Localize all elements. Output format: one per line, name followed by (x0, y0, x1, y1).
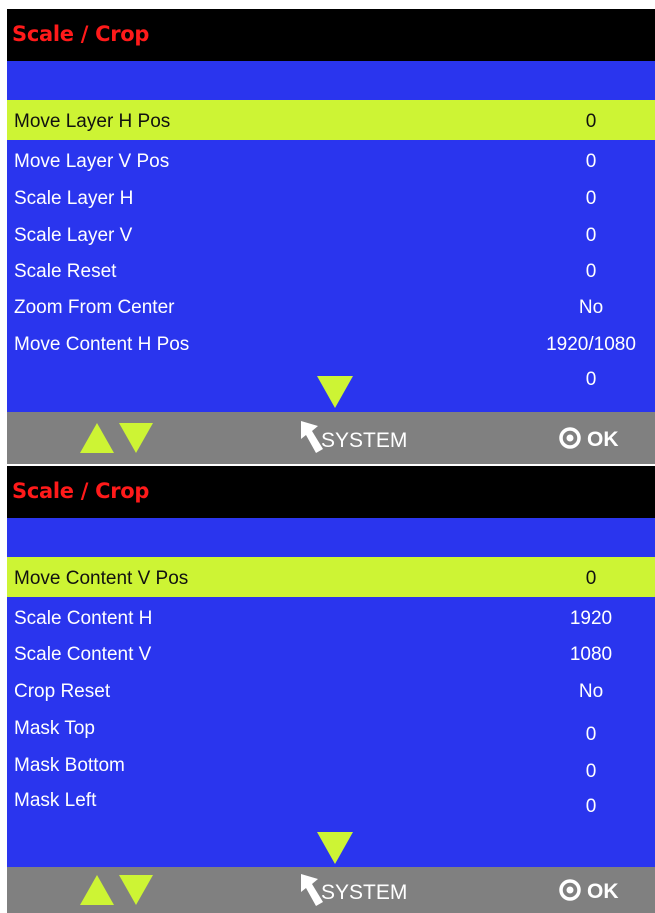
back-arrow-icon[interactable] (301, 874, 323, 906)
menu-item-label: Zoom From Center (14, 297, 175, 318)
menu-item-value: 1920 (569, 608, 613, 629)
menu-screen-2: Scale / Crop Move Content V Pos 0 Scale … (7, 466, 655, 913)
menu-screen-1: Scale / Crop Move Layer H Pos 0 Move Lay… (7, 9, 655, 464)
menu-item-move-content-h-pos[interactable]: Move Content H Pos 1920/1080 (7, 327, 655, 363)
back-arrow-icon[interactable] (301, 421, 323, 453)
menu-item-value: 0 (585, 568, 597, 589)
menu-item-label: Scale Content H (14, 608, 153, 629)
menu-item-value: 0 (585, 724, 597, 745)
menu-item-value: 0 (585, 225, 597, 246)
menu-item-scale-content-v[interactable]: Scale Content V 1080 (7, 637, 655, 673)
menu-item-scale-layer-v[interactable]: Scale Layer V 0 (7, 218, 655, 254)
menu-item-label: Move Content V Pos (14, 568, 189, 589)
menu-item-value: 0 (585, 796, 597, 817)
ok-circle-icon[interactable] (558, 878, 582, 902)
menu-item-label: Move Layer H Pos (14, 111, 171, 132)
menu-item-zoom-from-center[interactable]: Zoom From Center No (7, 290, 655, 326)
menu-item-value: 0 (585, 369, 597, 390)
menu-item-mask-bottom[interactable]: Mask Bottom 0 (7, 748, 655, 784)
menu-item-value: 0 (585, 151, 597, 172)
menu-item-label: Scale Content V (14, 644, 152, 665)
menu-item-value: 1080 (569, 644, 613, 665)
down-arrow-icon[interactable] (119, 423, 153, 453)
up-arrow-icon[interactable] (80, 875, 114, 905)
menu-item-value: 0 (585, 188, 597, 209)
menu-item-mask-left[interactable]: Mask Left 0 (7, 783, 655, 819)
down-arrow-icon[interactable] (119, 875, 153, 905)
menu-item-value: 0 (585, 761, 597, 782)
title-bar: Scale / Crop (7, 9, 655, 61)
menu-item-label: Mask Left (14, 790, 97, 811)
system-button[interactable]: SYSTEM (321, 881, 407, 905)
menu-item-label: Scale Layer V (14, 225, 133, 246)
menu-item-value: 0 (585, 261, 597, 282)
screen-title: Scale / Crop (12, 22, 150, 46)
up-arrow-icon[interactable] (80, 423, 114, 453)
menu-item-value: No (578, 297, 604, 318)
menu-item-crop-reset[interactable]: Crop Reset No (7, 674, 655, 710)
ok-circle-icon[interactable] (558, 426, 582, 450)
menu-item-label: Scale Reset (14, 261, 117, 282)
scroll-down-indicator-icon (317, 376, 353, 408)
menu-item-mask-top[interactable]: Mask Top 0 (7, 711, 655, 747)
menu-item-scale-layer-h[interactable]: Scale Layer H 0 (7, 181, 655, 217)
menu-item-label: Scale Layer H (14, 188, 134, 209)
menu-item-scale-reset[interactable]: Scale Reset 0 (7, 254, 655, 290)
title-bar: Scale / Crop (7, 466, 655, 518)
menu-item-label: Mask Top (14, 718, 95, 739)
screen-title: Scale / Crop (12, 479, 150, 503)
menu-item-move-layer-h-pos[interactable]: Move Layer H Pos 0 (7, 100, 655, 140)
menu-item-label: Move Layer V Pos (14, 151, 170, 172)
ok-button[interactable]: OK (587, 880, 619, 904)
menu-item-label: Mask Bottom (14, 755, 125, 776)
bottom-bar: SYSTEM OK (7, 867, 655, 913)
menu-item-label: Crop Reset (14, 681, 111, 702)
menu-item-label: Move Content H Pos (14, 334, 190, 355)
menu-item-move-content-v-pos[interactable]: Move Content V Pos 0 (7, 557, 655, 597)
scroll-down-indicator-icon (317, 832, 353, 864)
menu-item-value: No (578, 681, 604, 702)
menu-item-scale-content-h[interactable]: Scale Content H 1920 (7, 601, 655, 637)
ok-button[interactable]: OK (587, 428, 619, 452)
system-button[interactable]: SYSTEM (321, 429, 407, 453)
menu-item-value: 0 (585, 111, 597, 132)
menu-item-move-layer-v-pos[interactable]: Move Layer V Pos 0 (7, 144, 655, 180)
menu-item-value: 1920/1080 (546, 334, 636, 355)
bottom-bar: SYSTEM OK (7, 412, 655, 464)
